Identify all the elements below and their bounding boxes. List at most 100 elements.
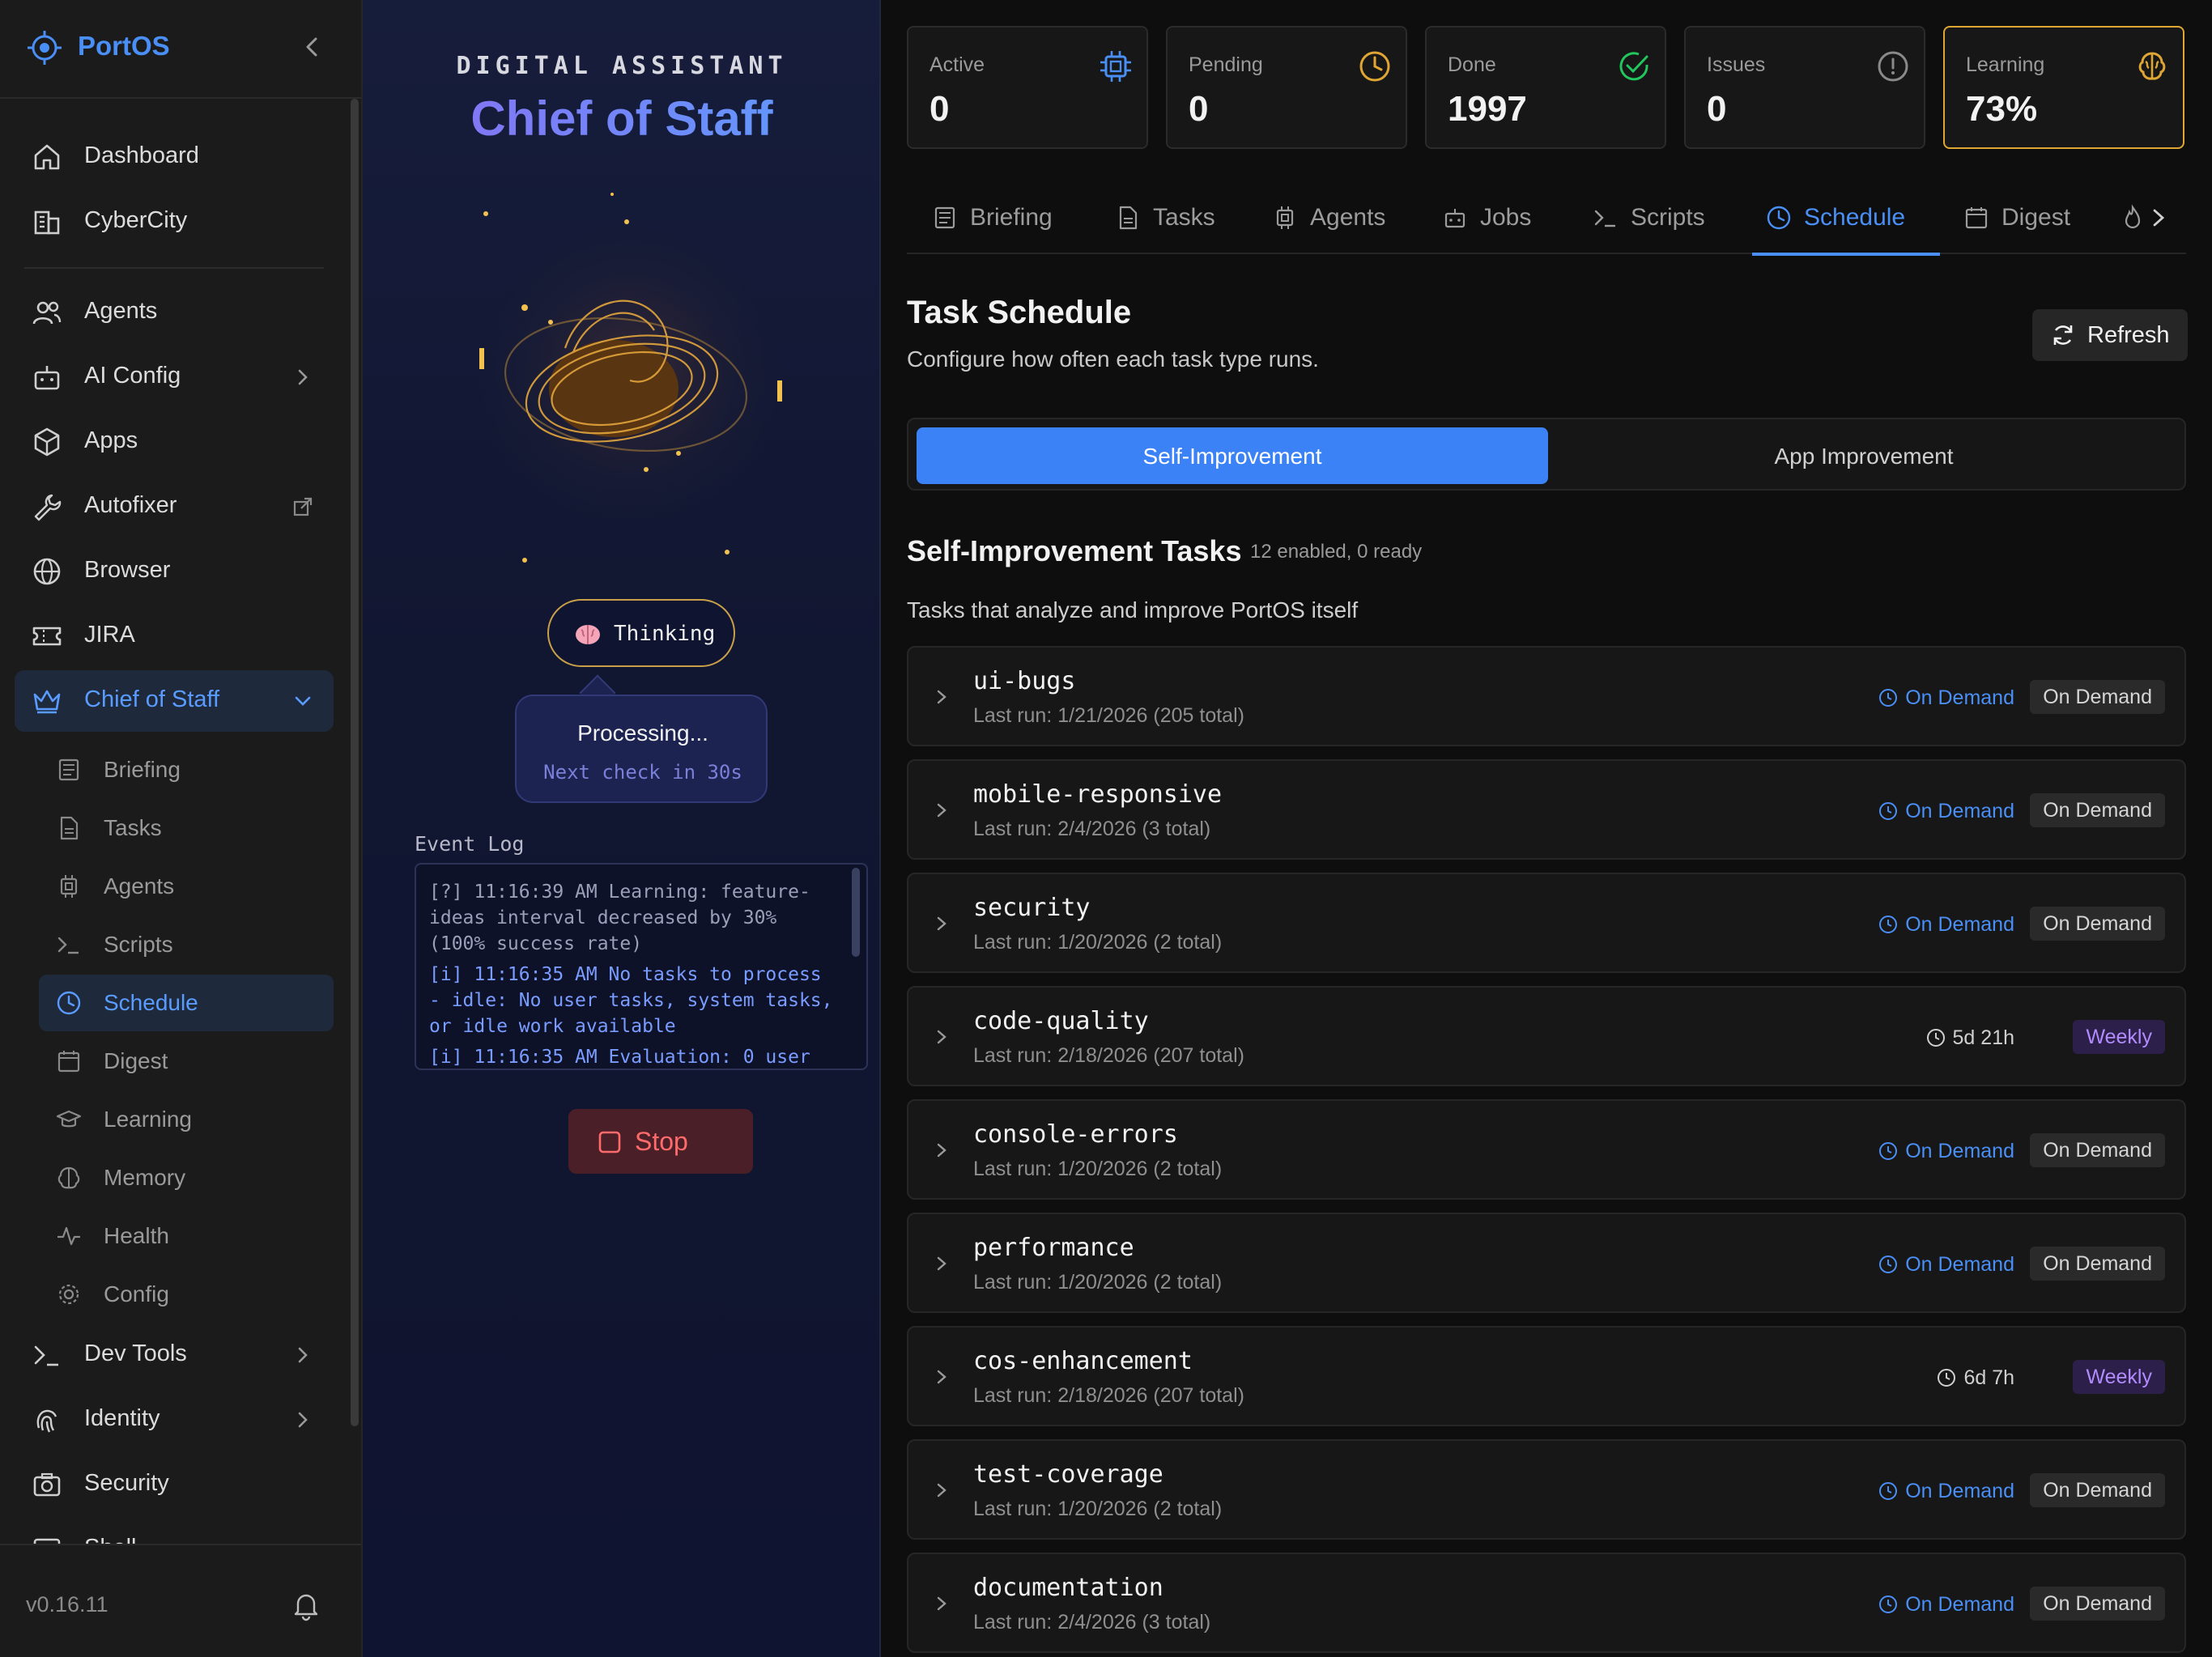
log-entry: [i] 11:16:35 AM No tasks to process - id…: [429, 964, 844, 1037]
brain-icon: [2138, 52, 2166, 80]
sidebar-item-security[interactable]: Security: [15, 1454, 334, 1515]
task-row[interactable]: mobile-responsive Last run: 2/4/2026 (3 …: [907, 759, 2186, 860]
section-title: Self-Improvement Tasks: [907, 534, 1242, 567]
task-last-run: Last run: 1/20/2026 (2 total): [973, 1498, 1223, 1520]
tab-label: Schedule: [1804, 204, 1906, 231]
sidebar-item-identity[interactable]: Identity: [15, 1389, 334, 1451]
sidebar-subitem-memory[interactable]: Memory: [39, 1149, 334, 1206]
sidebar-item-jira[interactable]: JIRA: [15, 605, 334, 667]
event-log-scrollbar[interactable]: [852, 868, 860, 1069]
app-name[interactable]: PortOS: [78, 31, 170, 62]
sidebar-item-apps[interactable]: Apps: [15, 411, 334, 473]
scrollbar-thumb[interactable]: [852, 868, 860, 957]
sidebar-item-shell[interactable]: Shell: [15, 1519, 334, 1544]
chevron-right-icon[interactable]: [929, 1591, 954, 1616]
stop-button-label: Stop: [635, 1127, 688, 1156]
refresh-button[interactable]: Refresh: [2032, 309, 2188, 361]
scrollbar-thumb[interactable]: [351, 99, 359, 1426]
task-interval-badge[interactable]: Weekly: [2073, 1020, 2165, 1054]
bell-icon[interactable]: [290, 1589, 322, 1621]
event-log-label: Event Log: [415, 832, 525, 856]
tab-scripts[interactable]: Scripts: [1592, 188, 1713, 254]
task-row[interactable]: cos-enhancement Last run: 2/18/2026 (207…: [907, 1326, 2186, 1426]
sidebar-item-label: Security: [84, 1470, 169, 1496]
chevron-right-icon[interactable]: [929, 685, 954, 709]
chevron-right-icon[interactable]: [929, 1251, 954, 1276]
task-last-run: Last run: 1/20/2026 (2 total): [973, 1158, 1223, 1180]
section-meta: 12 enabled, 0 ready: [1250, 541, 1423, 563]
calendar-icon: [1965, 207, 1988, 229]
task-row[interactable]: performance Last run: 1/20/2026 (2 total…: [907, 1213, 2186, 1313]
tab-digest[interactable]: Digest: [1963, 188, 2076, 254]
stop-button[interactable]: Stop: [568, 1109, 753, 1174]
sidebar-item-cybercity[interactable]: CyberCity: [15, 191, 334, 253]
chevron-down-icon: [295, 696, 311, 706]
stat-label: Done: [1448, 53, 1496, 76]
sidebar-scrollbar[interactable]: [348, 99, 361, 1544]
gear-icon: [58, 1284, 79, 1305]
segment-self-improvement[interactable]: Self-Improvement: [917, 427, 1548, 484]
tab-agents[interactable]: Agents: [1271, 188, 1393, 254]
collapse-sidebar-button[interactable]: [298, 32, 327, 62]
sidebar-item-dev-tools[interactable]: Dev Tools: [15, 1324, 334, 1386]
sidebar-item-browser[interactable]: Browser: [15, 541, 334, 602]
task-interval-badge[interactable]: On Demand: [2030, 1133, 2165, 1167]
home-icon: [34, 144, 60, 170]
task-row[interactable]: code-quality Last run: 2/18/2026 (207 to…: [907, 986, 2186, 1086]
task-interval-badge[interactable]: On Demand: [2030, 680, 2165, 714]
sidebar-item-chief-of-staff[interactable]: Chief of Staff: [15, 670, 334, 732]
tab-jobs[interactable]: Jobs: [1441, 188, 1538, 254]
clock-icon: [1879, 689, 1898, 707]
chevron-right-icon[interactable]: [929, 1365, 954, 1389]
sidebar-subitem-agents[interactable]: Agents: [39, 858, 334, 915]
tab-label: Digest: [2001, 204, 2071, 231]
task-interval-badge[interactable]: On Demand: [2030, 793, 2165, 827]
chevron-right-icon[interactable]: [929, 911, 954, 936]
sidebar-item-ai-config[interactable]: AI Config: [15, 346, 334, 408]
file-icon: [1119, 206, 1138, 230]
chevron-right-icon[interactable]: [929, 1478, 954, 1502]
sidebar-subitem-learning[interactable]: Learning: [39, 1091, 334, 1148]
task-row[interactable]: documentation Last run: 2/4/2026 (3 tota…: [907, 1553, 2186, 1653]
sidebar-subitem-config[interactable]: Config: [39, 1266, 334, 1323]
page-title: Task Schedule: [907, 295, 1132, 330]
sidebar-item-dashboard[interactable]: Dashboard: [15, 126, 334, 188]
sidebar-subitem-digest[interactable]: Digest: [39, 1033, 334, 1090]
sidebar-subitem-health[interactable]: Health: [39, 1208, 334, 1264]
category-toggle: Self-Improvement App Improvement: [907, 418, 2186, 491]
stat-label: Active: [929, 53, 985, 76]
task-row[interactable]: console-errors Last run: 1/20/2026 (2 to…: [907, 1099, 2186, 1200]
task-interval-badge[interactable]: On Demand: [2030, 1587, 2165, 1621]
task-row[interactable]: ui-bugs Last run: 1/21/2026 (205 total) …: [907, 646, 2186, 746]
tab-label: Jobs: [1480, 204, 1532, 231]
tabs-scroll-right-icon[interactable]: [2147, 206, 2170, 230]
version-label: v0.16.11: [26, 1592, 108, 1617]
task-interval-badge[interactable]: On Demand: [2030, 907, 2165, 941]
task-interval-badge[interactable]: Weekly: [2073, 1360, 2165, 1394]
sidebar-subitem-schedule[interactable]: Schedule: [39, 975, 334, 1031]
tab-label: Agents: [1310, 204, 1386, 231]
task-row[interactable]: test-coverage Last run: 1/20/2026 (2 tot…: [907, 1439, 2186, 1540]
flame-icon[interactable]: [2121, 204, 2144, 232]
task-interval-badge[interactable]: On Demand: [2030, 1247, 2165, 1281]
chevron-right-icon[interactable]: [929, 1138, 954, 1162]
stat-label: Learning: [1966, 53, 2045, 76]
sidebar-subitem-tasks[interactable]: Tasks: [39, 800, 334, 856]
sidebar-item-label: Autofixer: [84, 492, 177, 518]
sidebar-subitem-scripts[interactable]: Scripts: [39, 916, 334, 973]
tab-tasks[interactable]: Tasks: [1114, 188, 1219, 254]
sidebar-item-autofixer[interactable]: Autofixer: [15, 476, 334, 537]
tab-schedule[interactable]: Schedule: [1752, 188, 1940, 256]
sidebar-item-agents[interactable]: Agents: [15, 282, 334, 343]
sidebar-subitem-briefing[interactable]: Briefing: [39, 741, 334, 798]
chevron-right-icon[interactable]: [929, 1025, 954, 1049]
segment-app-improvement[interactable]: App Improvement: [1548, 427, 2180, 484]
chevron-right-icon: [298, 1347, 308, 1363]
event-log[interactable]: [?] 11:16:39 AM Learning: feature-ideas …: [415, 863, 868, 1070]
camera-icon: [33, 1472, 61, 1497]
task-row[interactable]: security Last run: 1/20/2026 (2 total) O…: [907, 873, 2186, 973]
task-interval-badge[interactable]: On Demand: [2030, 1473, 2165, 1507]
tab-label: Briefing: [970, 204, 1053, 231]
tab-briefing[interactable]: Briefing: [931, 188, 1069, 254]
chevron-right-icon[interactable]: [929, 798, 954, 822]
